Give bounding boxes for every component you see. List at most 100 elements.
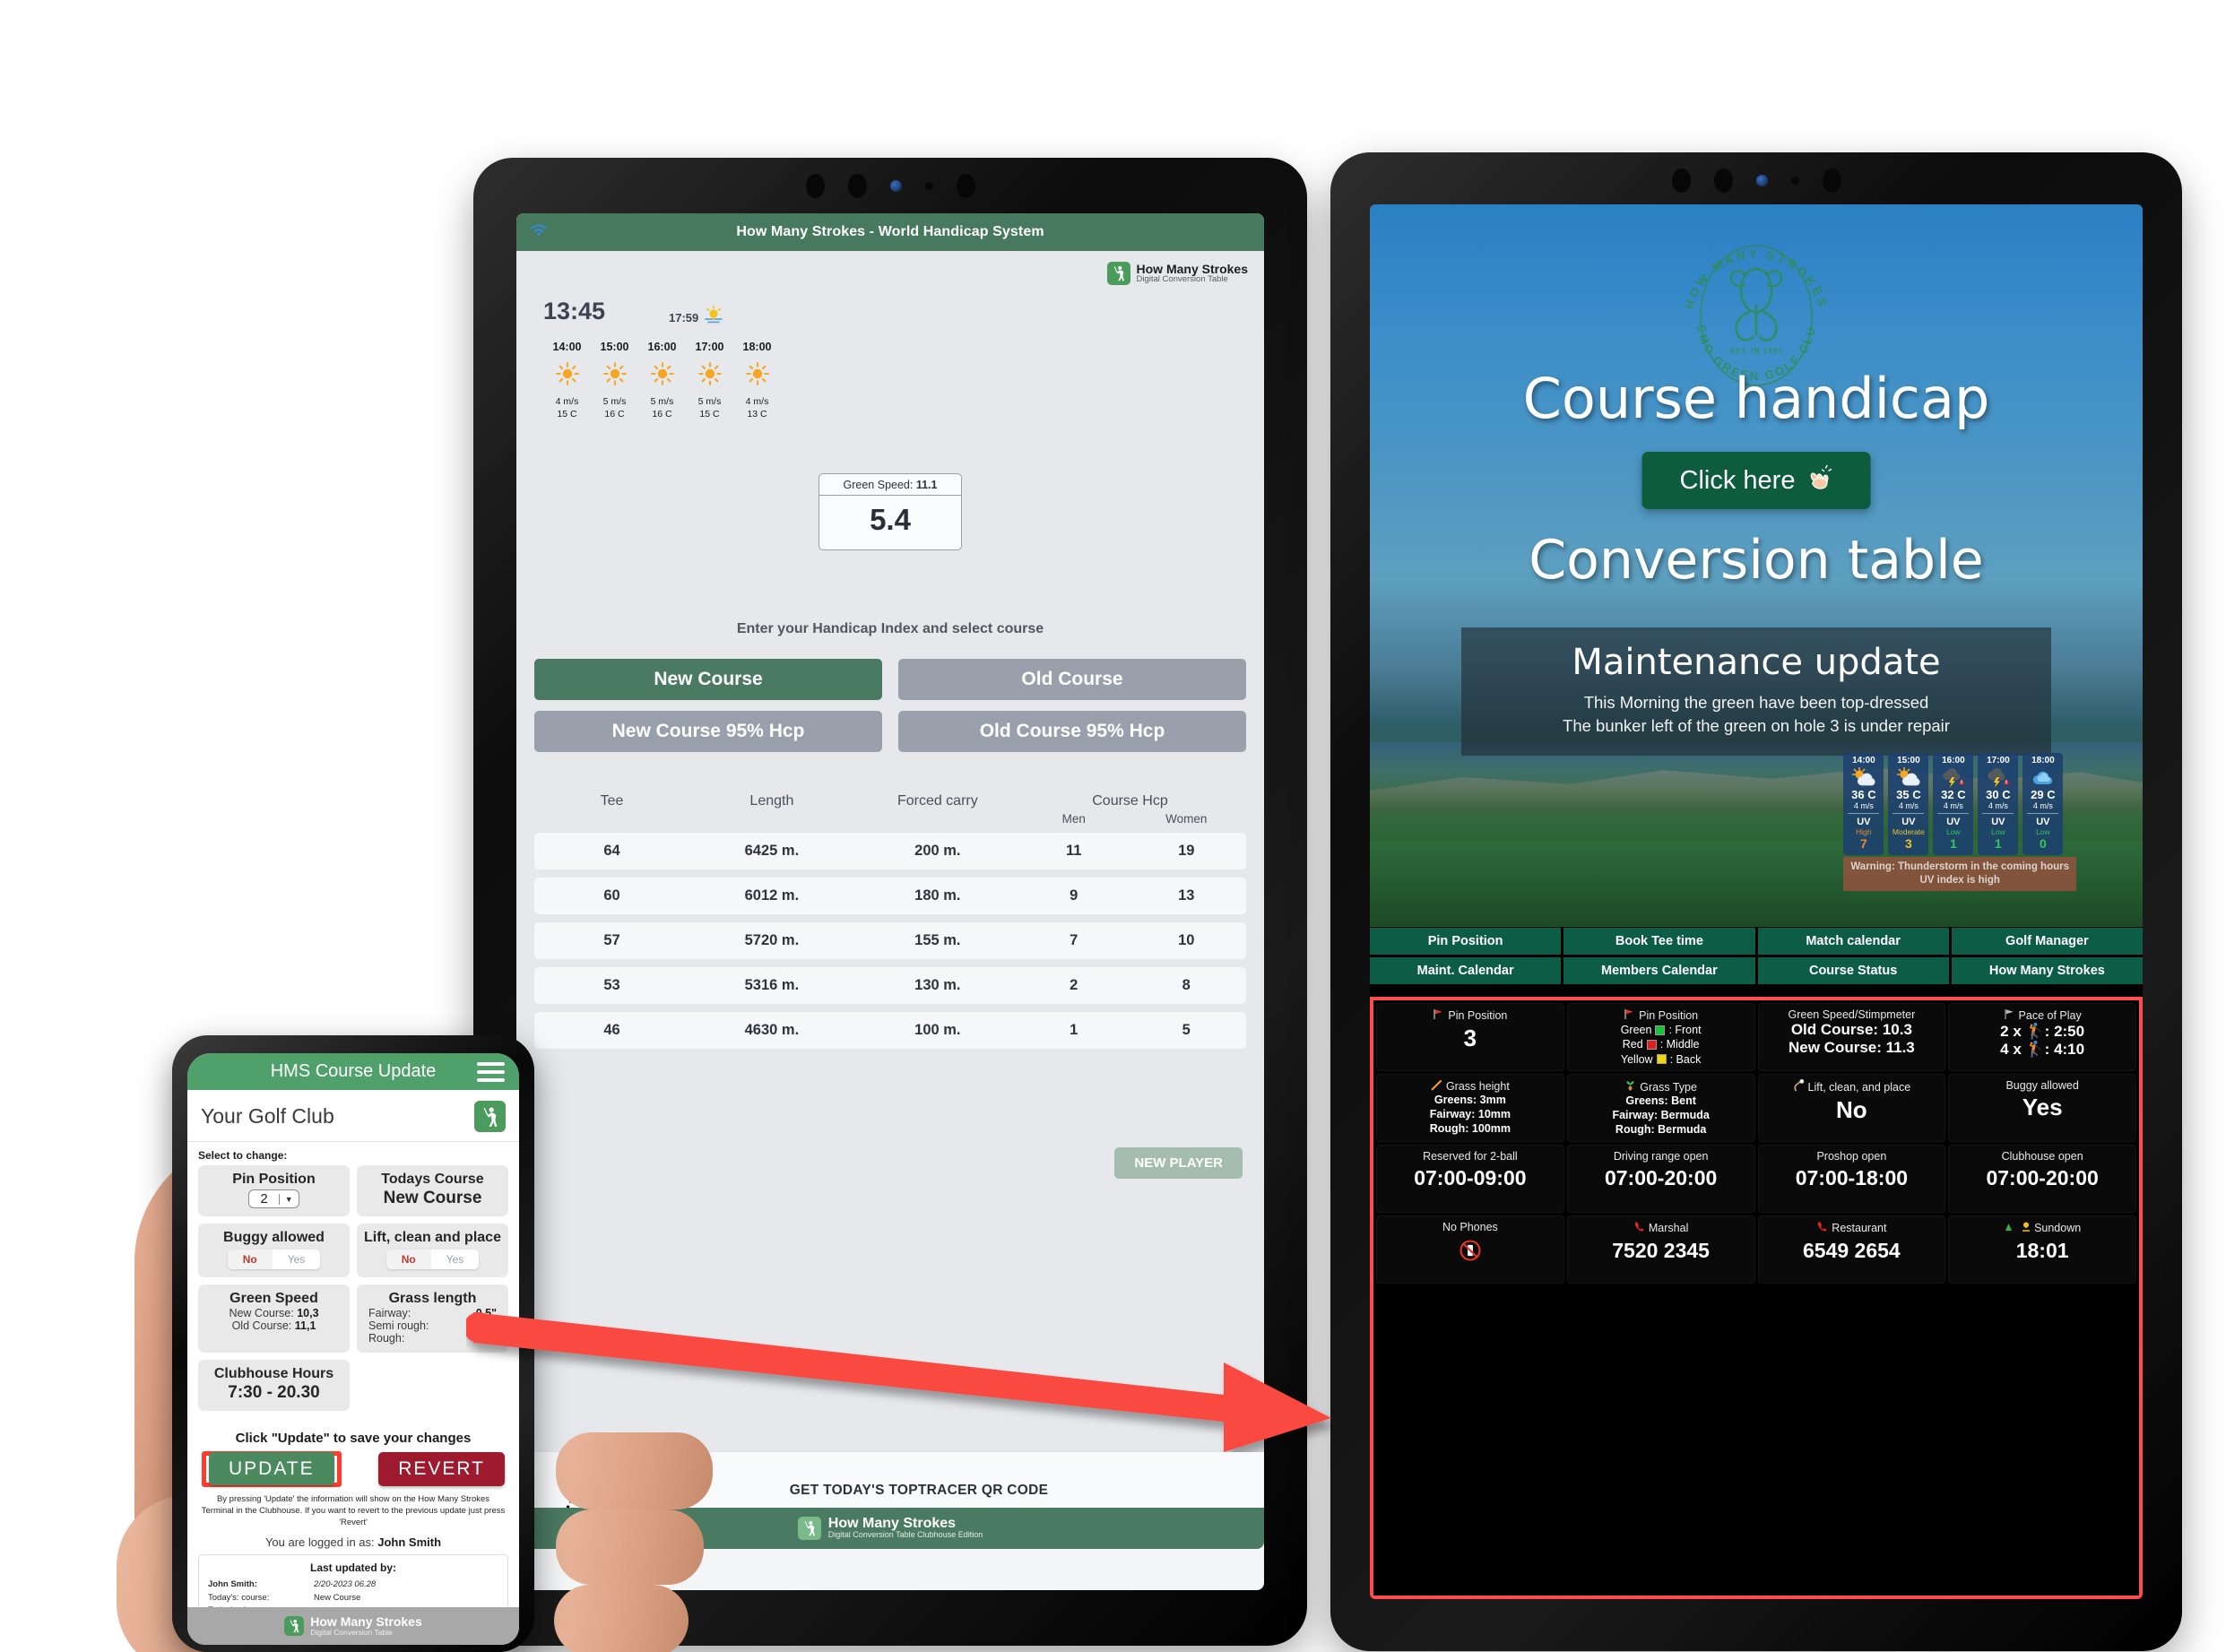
card-pin-position[interactable]: Pin Position 2 ▼ [198, 1165, 350, 1216]
camera-lens-icon [956, 173, 975, 198]
nav-button-match-calendar[interactable]: Match calendar [1757, 928, 1949, 955]
chevron-down-icon[interactable]: ▼ [278, 1193, 299, 1205]
info-cell-clubhouse-open[interactable]: Clubhouse open 07:00-20:00 [1948, 1145, 2136, 1213]
nav-button-how-many-strokes[interactable]: How Many Strokes [1951, 957, 2143, 984]
hms-logo: How Many Strokes Digital Conversion Tabl… [1106, 262, 1248, 285]
info-cell-grass-type[interactable]: Grass Type Greens: Bent Fairway: Bermuda Ro… [1566, 1074, 1755, 1142]
card-green-speed[interactable]: Green Speed New Course: 10,3 Old Course:… [198, 1284, 350, 1353]
golfer-icon [797, 1517, 821, 1540]
cell-women: 19 [1178, 843, 1195, 859]
nav-button-pin-position[interactable]: Pin Position [1370, 928, 1562, 955]
phone-footer: How Many Strokes Digital Conversion Tabl… [187, 1607, 519, 1645]
weather-card: 16:00 32 C4 m/s UV Low 1 [1933, 753, 1974, 856]
uv-level: Moderate [1892, 827, 1925, 837]
info-cell-line: Fairway: Bermuda [1612, 1108, 1710, 1121]
tablet-right-device: HOW MANY STROKES DEMO GREEN GOLF CLUB ES… [1330, 152, 2182, 1651]
info-cell-reserved-for-2-ball[interactable]: Reserved for 2-ball 07:00-09:00 [1376, 1145, 1564, 1213]
screenshot-root: How Many Strokes - World Handicap System… [0, 0, 2226, 1652]
info-cell-sundown[interactable]: Sundown 18:01 [1948, 1215, 2136, 1284]
pin-position-label: : Middle [1659, 1038, 1700, 1051]
forecast-hour: 17:00 [695, 341, 724, 353]
info-cell-driving-range-open[interactable]: Driving range open 07:00-20:00 [1566, 1145, 1755, 1213]
col-course-hcp: Course Hcp [1092, 793, 1168, 809]
handicap-input-box[interactable]: Green Speed: 11.1 5.4 [819, 473, 962, 550]
buggy-allowed-yes[interactable]: Yes [272, 1250, 321, 1269]
nav-button-maint-calendar[interactable]: Maint. Calendar [1370, 957, 1562, 984]
table-row[interactable]: 53 5316 m. 130 m. 2 8 [534, 967, 1246, 1004]
info-cell-proshop-open[interactable]: Proshop open 07:00-18:00 [1757, 1145, 1946, 1213]
info-cell-pin-position[interactable]: Pin Position 3 [1376, 1003, 1564, 1071]
cell-women: 13 [1178, 887, 1195, 904]
phone-action-buttons: UPDATE REVERT [187, 1446, 519, 1487]
nav-button-course-status[interactable]: Course Status [1757, 957, 1949, 984]
weather-card: 15:00 35 C4 m/s UV Moderate 3 [1888, 753, 1929, 856]
info-cell-restaurant[interactable]: Restaurant 6549 2654 [1757, 1215, 1946, 1284]
revert-button[interactable]: REVERT [378, 1452, 505, 1486]
nav-button-members-calendar[interactable]: Members Calendar [1563, 957, 1755, 984]
update-button[interactable]: UPDATE [209, 1452, 334, 1485]
course-button-new-course-95-hcp[interactable]: New Course 95% Hcp [534, 711, 882, 752]
nav-button-golf-manager[interactable]: Golf Manager [1951, 928, 2143, 955]
last-updated-row: John Smith: 2/20-2023 06.28 [208, 1578, 498, 1591]
info-cell-no-phones[interactable]: No Phones [1376, 1215, 1564, 1284]
info-cell-pace-of-play[interactable]: Pace of Play 2 x 🏌: 2:50 4 x 🏌: 4:10 [1948, 1003, 2136, 1071]
grass-fairway-key: Fairway: [368, 1307, 411, 1319]
info-cell-buggy-allowed[interactable]: Buggy allowed Yes [1948, 1074, 2136, 1142]
info-cell-pin-position[interactable]: Pin Position Green: Front Red: Middle Yello… [1566, 1003, 1755, 1071]
col-length: Length [749, 793, 794, 809]
uv-label: UV [1857, 817, 1871, 828]
pin-position-stepper[interactable]: 2 ▼ [248, 1189, 299, 1208]
info-cell-value: 7520 2345 [1612, 1239, 1710, 1262]
new-player-button[interactable]: NEW PLAYER [1114, 1147, 1243, 1179]
lift-clean-place-no[interactable]: No [385, 1250, 431, 1269]
card-clubhouse-hours[interactable]: Clubhouse Hours 7:30 - 20.30 [198, 1360, 350, 1411]
weather-warning-line1: Warning: Thunderstorm in the coming hour… [1850, 861, 2069, 873]
grass-semi-val: 1" [485, 1319, 497, 1332]
weather-widget: 14:00 36 C4 m/s UV High 7 15:00 35 C4 m/s UV Mod… [1843, 753, 2076, 892]
golfer-icon [474, 1101, 506, 1132]
course-button-old-course[interactable]: Old Course [898, 659, 1246, 700]
ruler-icon [1431, 1079, 1442, 1094]
tablet-right-camera-strip [1330, 152, 2182, 208]
info-cell-label: Clubhouse open [2002, 1150, 2083, 1163]
forecast-temp: 16 C [652, 409, 672, 419]
uv-value: 1 [1994, 836, 2002, 852]
info-cell-line: Rough: Bermuda [1615, 1122, 1707, 1136]
hamburger-menu-icon[interactable] [477, 1058, 505, 1086]
green-speed-new-key: New Course: [229, 1307, 294, 1319]
lift-clean-place-toggle[interactable]: No Yes [385, 1250, 480, 1269]
nav-button-book-tee-time[interactable]: Book Tee time [1563, 928, 1755, 955]
buggy-allowed-no[interactable]: No [227, 1250, 273, 1269]
handicap-index-value[interactable]: 5.4 [819, 496, 961, 549]
card-grass-length[interactable]: Grass length Fairway: 0.5" Semi rough: 1… [357, 1284, 508, 1353]
weather-hour: 14:00 [1852, 756, 1875, 765]
forecast-wind: 4 m/s [555, 396, 579, 407]
info-cell-marshal[interactable]: Marshal 7520 2345 [1566, 1215, 1755, 1284]
hero-title-conversion-table: Conversion table [1529, 529, 1984, 592]
last-updated-row: Today's: course: New Course [208, 1592, 498, 1604]
table-row[interactable]: 64 6425 m. 200 m. 11 19 [534, 833, 1246, 869]
sunset-icon [703, 305, 724, 331]
card-clubhouse-hours-title: Clubhouse Hours [213, 1366, 334, 1381]
lift-clean-place-yes[interactable]: Yes [430, 1250, 480, 1269]
card-todays-course[interactable]: Todays Course New Course [357, 1165, 508, 1216]
click-here-button[interactable]: Click here [1641, 452, 1871, 509]
buggy-allowed-toggle[interactable]: No Yes [227, 1250, 321, 1269]
info-cell-label: Pace of Play [2004, 1008, 2082, 1023]
card-buggy-allowed[interactable]: Buggy allowed No Yes [198, 1224, 350, 1277]
tee-table-header: Tee Length Forced carry Course Hcp [534, 784, 1246, 809]
info-cell-label-text: Grass Type [1640, 1080, 1697, 1094]
info-cell-label-text: Driving range open [1613, 1150, 1709, 1163]
course-button-new-course[interactable]: New Course [534, 659, 882, 700]
card-lift-clean-place[interactable]: Lift, clean and place No Yes [357, 1224, 508, 1277]
card-todays-course-title: Todays Course [381, 1172, 484, 1187]
table-row[interactable]: 60 6012 m. 180 m. 9 13 [534, 878, 1246, 914]
course-button-old-course-95-hcp[interactable]: Old Course 95% Hcp [898, 711, 1246, 752]
sun-icon [733, 362, 781, 390]
phone-app-header: HMS Course Update [187, 1053, 519, 1090]
info-cell-green-speed-stimpmeter[interactable]: Green Speed/Stimpmeter Old Course: 10.3 Ne… [1757, 1003, 1946, 1071]
uv-label: UV [1946, 817, 1961, 828]
info-cell-grass-height[interactable]: Grass height Greens: 3mm Fairway: 10mm Roug… [1376, 1074, 1564, 1142]
info-cell-lift-clean-and-place[interactable]: Lift, clean, and place No [1757, 1074, 1946, 1142]
table-row[interactable]: 57 5720 m. 155 m. 7 10 [534, 922, 1246, 959]
